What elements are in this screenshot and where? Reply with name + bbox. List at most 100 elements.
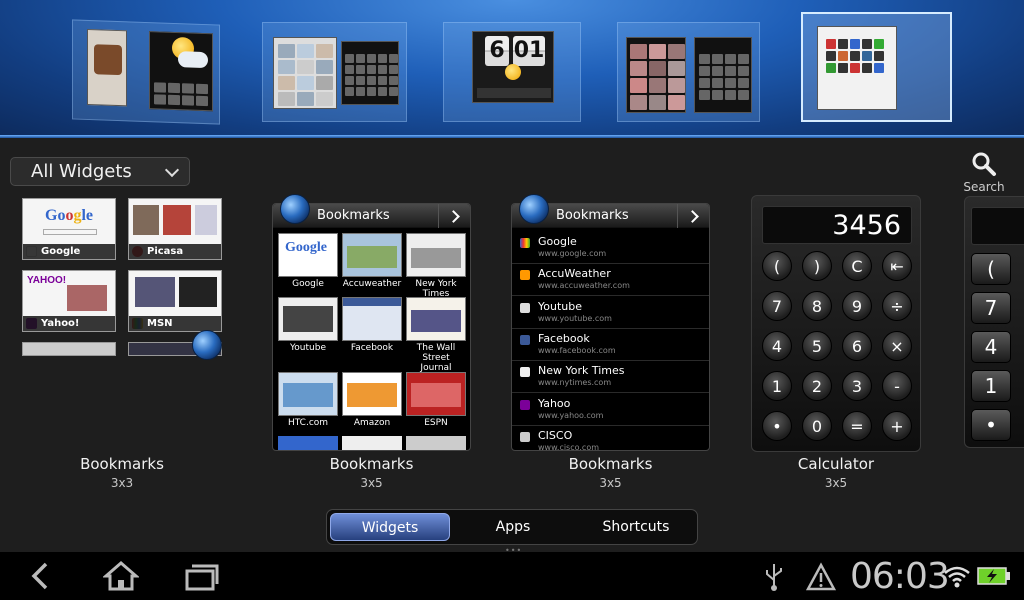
usb-icon [766, 564, 782, 591]
grid-bookmark: HTC.com [278, 372, 338, 428]
clock-hour: 6 [485, 36, 509, 66]
widget-label: Bookmarks [568, 455, 653, 473]
widget-bookmarks-3x3[interactable]: Google Google Picasa YAHOO! Yahoo! MSN [22, 198, 222, 498]
system-bar: 06:03 [0, 552, 1024, 600]
widget-bookmarks-grid-3x5[interactable]: Bookmarks Google Google Accuweather New Y… [272, 203, 471, 451]
list-item: AccuWeather www.accuweather.com [512, 264, 709, 296]
widget-calculator-partial[interactable]: ( 7 4 1 • [964, 196, 1024, 448]
bookmark-thumb-yahoo: YAHOO! Yahoo! [22, 270, 116, 332]
calc-key: 6 [842, 331, 872, 361]
cloud-icon [178, 51, 208, 69]
list-item: Yahoo www.yahoo.com [512, 394, 709, 426]
home-screens-strip: 6 01 [0, 0, 1024, 138]
people-widget-mini [626, 37, 686, 113]
calendar-widget-mini [341, 41, 399, 105]
status-clock: 06:03 [850, 556, 950, 597]
widget-calculator-3x5[interactable]: 3456 ( ) C ⇤ 7 8 9 ÷ 4 5 6 × 1 2 3 - • 0… [751, 195, 921, 452]
calc-key: 0 [802, 411, 832, 441]
facebook-icon [520, 335, 530, 345]
widget-bookmarks-list-3x5[interactable]: Bookmarks Google www.google.com AccuWeath… [511, 203, 710, 451]
picker-tabs: Widgets Apps Shortcuts [326, 509, 698, 545]
calc-key: × [882, 331, 912, 361]
grid-bookmark: Facebook [342, 297, 402, 353]
app-drawer-mini [817, 26, 897, 110]
grid-bookmark: Accuweather [342, 233, 402, 289]
widget-filter-value: All Widgets [31, 161, 132, 182]
list-item: Facebook www.facebook.com [512, 329, 709, 361]
calc-key: 2 [802, 371, 832, 401]
calc-key: 7 [762, 291, 792, 321]
calc-key: ( [762, 251, 792, 281]
calculator-widget-mini [694, 37, 752, 113]
clock-minute: 01 [513, 36, 545, 66]
recent-apps-icon[interactable] [184, 560, 220, 592]
clock-weather-widget-mini: 6 01 [472, 31, 554, 103]
globe-icon [192, 330, 222, 360]
photo-widget-mini [87, 28, 127, 107]
list-item: New York Times www.nytimes.com [512, 361, 709, 393]
list-item: Youtube www.youtube.com [512, 297, 709, 329]
accuweather-icon [520, 270, 530, 280]
widget-picker: All Widgets Search Google Google Picasa … [0, 138, 1024, 555]
home-screen-thumb-5-current[interactable] [801, 12, 952, 122]
bookmark-thumb-msn: MSN [128, 270, 222, 332]
calc-key: 1 [762, 371, 792, 401]
globe-icon [280, 194, 310, 224]
widget-label: Calculator [797, 455, 875, 473]
search-button[interactable]: Search [960, 148, 1008, 194]
calc-key: 5 [802, 331, 832, 361]
list-item: Google www.google.com [512, 232, 709, 264]
calc-key: • [762, 411, 792, 441]
calculator-display: 3456 [762, 206, 912, 244]
tab-shortcuts[interactable]: Shortcuts [577, 513, 695, 541]
calc-key: ⇤ [882, 251, 912, 281]
back-icon[interactable] [24, 560, 60, 592]
grid-bookmark: Amazon [342, 372, 402, 428]
widget-size: 3x3 [110, 476, 134, 490]
bookmarks-widget-mini [273, 37, 337, 109]
yahoo-icon [520, 400, 530, 410]
youtube-icon [520, 303, 530, 313]
tab-widgets[interactable]: Widgets [330, 513, 450, 541]
home-screen-thumb-2[interactable] [262, 22, 407, 122]
widget-size: 3x5 [599, 476, 622, 490]
widget-label: Bookmarks [329, 455, 414, 473]
widget-label: Bookmarks [80, 455, 164, 473]
grid-bookmark: ESPN [406, 372, 466, 428]
bookmark-thumb-picasa: Picasa [128, 198, 222, 260]
search-icon [972, 152, 996, 176]
calc-key: 4 [971, 331, 1011, 363]
home-icon[interactable] [103, 560, 139, 592]
chevron-down-icon [164, 162, 180, 178]
home-screen-thumb-3[interactable]: 6 01 [443, 22, 581, 122]
battery-charging-icon [977, 567, 1010, 585]
grid-bookmark: Youtube [278, 297, 338, 353]
widget-filter-dropdown[interactable]: All Widgets [10, 157, 190, 186]
widget-size: 3x5 [360, 476, 383, 490]
bookmark-thumb-google: Google Google [22, 198, 116, 260]
globe-icon [519, 194, 549, 224]
calc-key: ( [971, 253, 1011, 285]
chevron-right-icon [438, 204, 470, 228]
wifi-icon [944, 566, 970, 588]
calc-key: ÷ [882, 291, 912, 321]
calc-key: • [971, 409, 1011, 441]
calc-key: = [842, 411, 872, 441]
home-screen-thumb-4[interactable] [617, 22, 760, 122]
weather-widget-mini [149, 31, 213, 112]
calc-key: 4 [762, 331, 792, 361]
sun-icon [505, 64, 521, 80]
grid-bookmark: Google Google [278, 233, 338, 289]
grid-bookmark: The Wall Street Journal [406, 297, 466, 373]
nytimes-icon [520, 367, 530, 377]
calc-key: 1 [971, 370, 1011, 402]
google-icon [520, 238, 530, 248]
calc-key: 8 [802, 291, 832, 321]
calc-key: + [882, 411, 912, 441]
home-screen-thumb-1[interactable] [72, 19, 220, 125]
tab-apps[interactable]: Apps [453, 513, 573, 541]
calc-key: 9 [842, 291, 872, 321]
cisco-icon [520, 432, 530, 442]
calc-key: 3 [842, 371, 872, 401]
chevron-right-icon [677, 204, 709, 228]
